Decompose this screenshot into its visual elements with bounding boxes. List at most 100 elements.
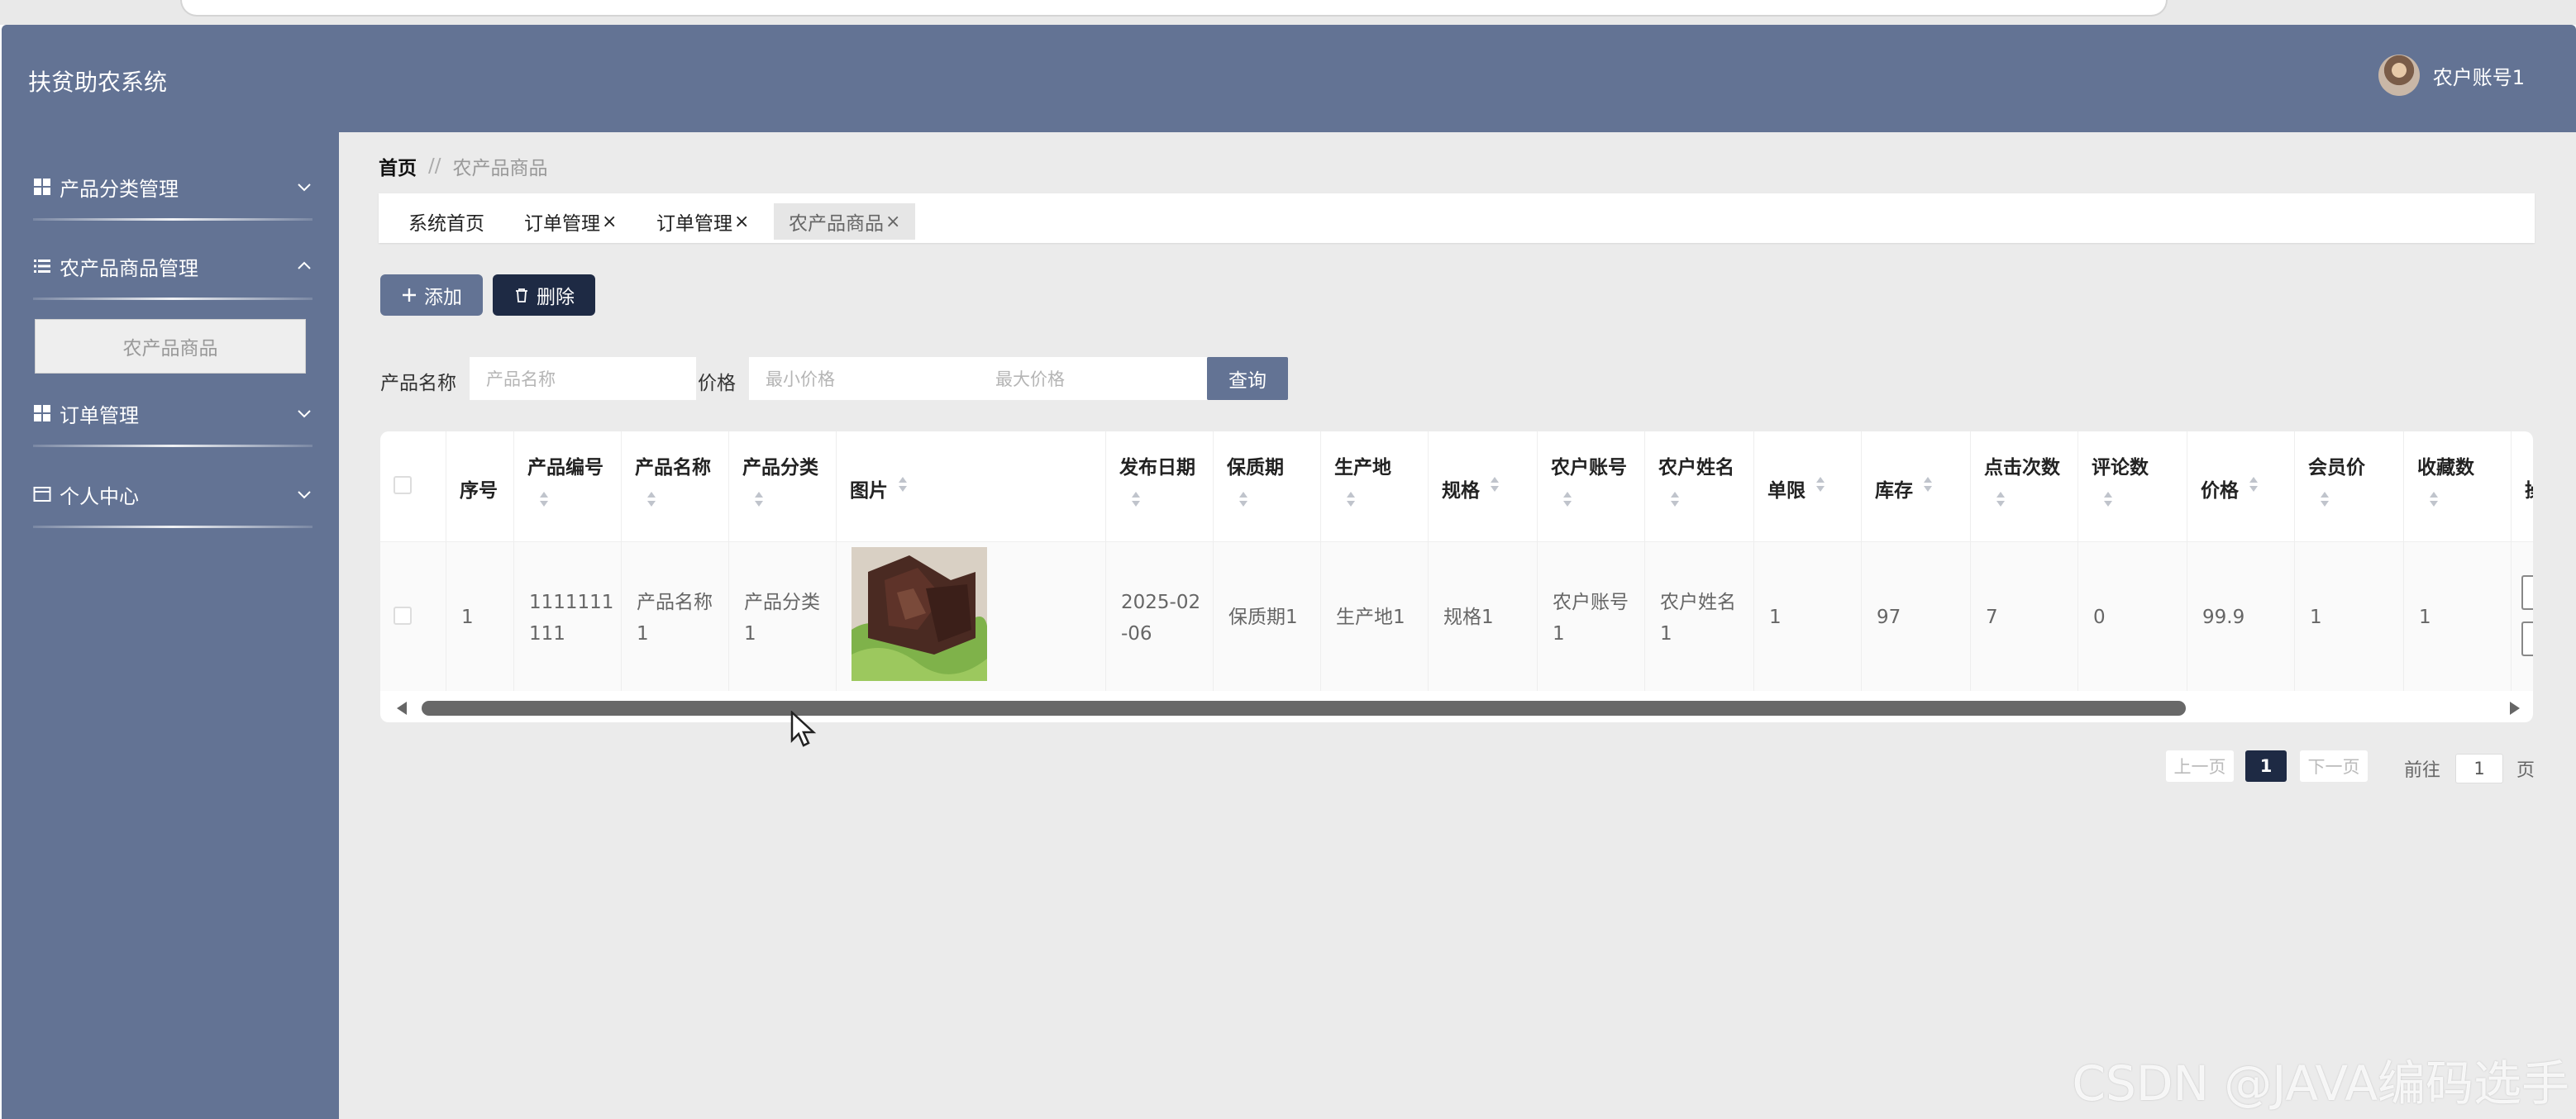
sidebar-item-orders[interactable]: 订单管理 <box>33 397 314 430</box>
sidebar-item-label: 个人中心 <box>60 484 139 508</box>
scroll-left-icon[interactable] <box>395 701 408 716</box>
row-action-button[interactable] <box>2521 621 2533 656</box>
cell-limit: 1 <box>1769 607 1782 628</box>
app-title: 扶贫助农系统 <box>28 69 168 96</box>
product-name-input[interactable]: 产品名称 <box>470 357 696 400</box>
sort-icon[interactable] <box>754 491 764 507</box>
tab-orders-2[interactable]: 订单管理 × <box>642 203 764 240</box>
menu-divider <box>33 526 312 528</box>
sidebar-item-profile[interactable]: 个人中心 <box>33 478 314 511</box>
sort-icon[interactable] <box>1815 476 1825 493</box>
avatar[interactable] <box>2378 55 2420 96</box>
sort-icon[interactable] <box>1238 491 1248 507</box>
sidebar-item-label: 产品分类管理 <box>60 177 179 201</box>
product-image[interactable] <box>852 547 987 681</box>
user-menu[interactable]: 农户账号1 <box>2378 55 2525 96</box>
table-row[interactable]: 1 1111111 111 产品名称 1 产品分类 1 2025-02 -06 … <box>380 542 2533 691</box>
column-header[interactable]: 图片 <box>850 474 888 502</box>
close-icon[interactable]: × <box>885 212 900 232</box>
cell-member-price: 1 <box>2310 607 2322 628</box>
chevron-up-icon <box>298 261 311 269</box>
column-header[interactable]: 价格 <box>2201 474 2239 502</box>
column-header[interactable]: 农户账号 <box>1551 451 1627 479</box>
page-suffix: 页 <box>2516 760 2535 781</box>
sort-icon[interactable] <box>1996 491 2006 507</box>
browser-chrome <box>0 0 2576 25</box>
column-header[interactable]: 点击次数 <box>1984 451 2060 479</box>
cell-date: 2025-02 -06 <box>1121 592 1201 645</box>
sort-icon[interactable] <box>1562 491 1572 507</box>
sort-icon[interactable] <box>1670 491 1680 507</box>
tab-orders[interactable]: 订单管理 × <box>509 203 632 240</box>
column-header[interactable]: 规格 <box>1442 474 1480 502</box>
delete-button[interactable]: 删除 <box>493 274 595 316</box>
cell-stock: 97 <box>1877 607 1901 628</box>
column-header: 操 <box>2525 474 2533 502</box>
column-header[interactable]: 产品编号 <box>527 451 603 479</box>
tab-label: 农产品商品 <box>789 213 884 235</box>
prev-page-button[interactable]: 上一页 <box>2166 750 2234 782</box>
row-action-button[interactable] <box>2521 575 2533 610</box>
top-header <box>2 25 2576 132</box>
sort-icon[interactable] <box>898 476 908 493</box>
breadcrumb-separator: // <box>428 155 441 177</box>
scrollbar-thumb[interactable] <box>422 701 2186 716</box>
column-header[interactable]: 会员价 <box>2308 451 2365 479</box>
sort-icon[interactable] <box>1923 476 1933 493</box>
cell-code: 1111111 111 <box>529 592 614 645</box>
sort-icon[interactable] <box>2320 491 2330 507</box>
next-page-button[interactable]: 下一页 <box>2300 750 2368 782</box>
cell-clicks: 7 <box>1986 607 1998 628</box>
address-bar[interactable] <box>180 0 2168 17</box>
sort-icon[interactable] <box>539 491 549 507</box>
column-header[interactable]: 生产地 <box>1334 451 1391 479</box>
breadcrumb-home[interactable]: 首页 <box>379 152 417 180</box>
sort-icon[interactable] <box>646 491 656 507</box>
menu-divider <box>33 445 312 447</box>
column-header[interactable]: 产品名称 <box>635 451 711 479</box>
cell-farmer-account: 农户账号 1 <box>1553 592 1629 645</box>
user-name[interactable]: 农户账号1 <box>2433 61 2525 90</box>
sidebar-item-products[interactable]: 农产品商品管理 <box>33 250 314 283</box>
horizontal-scrollbar[interactable] <box>380 691 2533 722</box>
column-header[interactable]: 保质期 <box>1227 451 1284 479</box>
sort-icon[interactable] <box>1490 476 1500 493</box>
sort-icon[interactable] <box>2249 476 2259 493</box>
tab-label: 订单管理 <box>524 213 600 235</box>
sort-icon[interactable] <box>1346 491 1356 507</box>
close-icon[interactable]: × <box>602 212 617 232</box>
select-all-checkbox[interactable] <box>394 476 412 494</box>
cell-price: 99.9 <box>2202 607 2245 628</box>
close-icon[interactable]: × <box>734 212 749 232</box>
column-header[interactable]: 产品分类 <box>742 451 818 479</box>
column-header[interactable]: 库存 <box>1875 474 1913 502</box>
column-header[interactable]: 收藏数 <box>2417 451 2474 479</box>
chevron-down-icon <box>298 491 311 499</box>
grid-icon <box>33 178 53 196</box>
price-label: 价格 <box>698 373 736 394</box>
column-header[interactable]: 农户姓名 <box>1658 451 1734 479</box>
min-price-input[interactable]: 最小价格 <box>749 357 979 400</box>
sidebar-item-category[interactable]: 产品分类管理 <box>33 170 314 203</box>
sort-icon[interactable] <box>2103 491 2113 507</box>
column-header[interactable]: 发布日期 <box>1119 451 1195 479</box>
row-checkbox[interactable] <box>394 607 412 625</box>
query-button[interactable]: 查询 <box>1207 357 1288 400</box>
column-header[interactable]: 评论数 <box>2092 451 2149 479</box>
add-button[interactable]: 添加 <box>380 274 483 316</box>
max-price-input[interactable]: 最大价格 <box>979 357 1207 400</box>
tab-home[interactable]: 系统首页 <box>394 203 499 240</box>
sidebar-subitem-products[interactable]: 农产品商品 <box>35 319 306 374</box>
sort-icon[interactable] <box>2429 491 2439 507</box>
tab-label: 系统首页 <box>408 213 484 235</box>
scroll-right-icon[interactable] <box>2508 701 2521 716</box>
page-number-button[interactable]: 1 <box>2245 750 2287 782</box>
cell-farmer-name: 农户姓名 1 <box>1660 592 1736 645</box>
sidebar-item-label: 农产品商品管理 <box>60 256 198 280</box>
watermark: CSDN @JAVA编码选手 <box>2072 1055 2570 1112</box>
column-header[interactable]: 单限 <box>1767 474 1806 502</box>
tab-label: 订单管理 <box>656 213 732 235</box>
sort-icon[interactable] <box>1131 491 1141 507</box>
tab-products[interactable]: 农产品商品 × <box>774 203 916 240</box>
goto-page-input[interactable]: 1 <box>2455 754 2503 783</box>
